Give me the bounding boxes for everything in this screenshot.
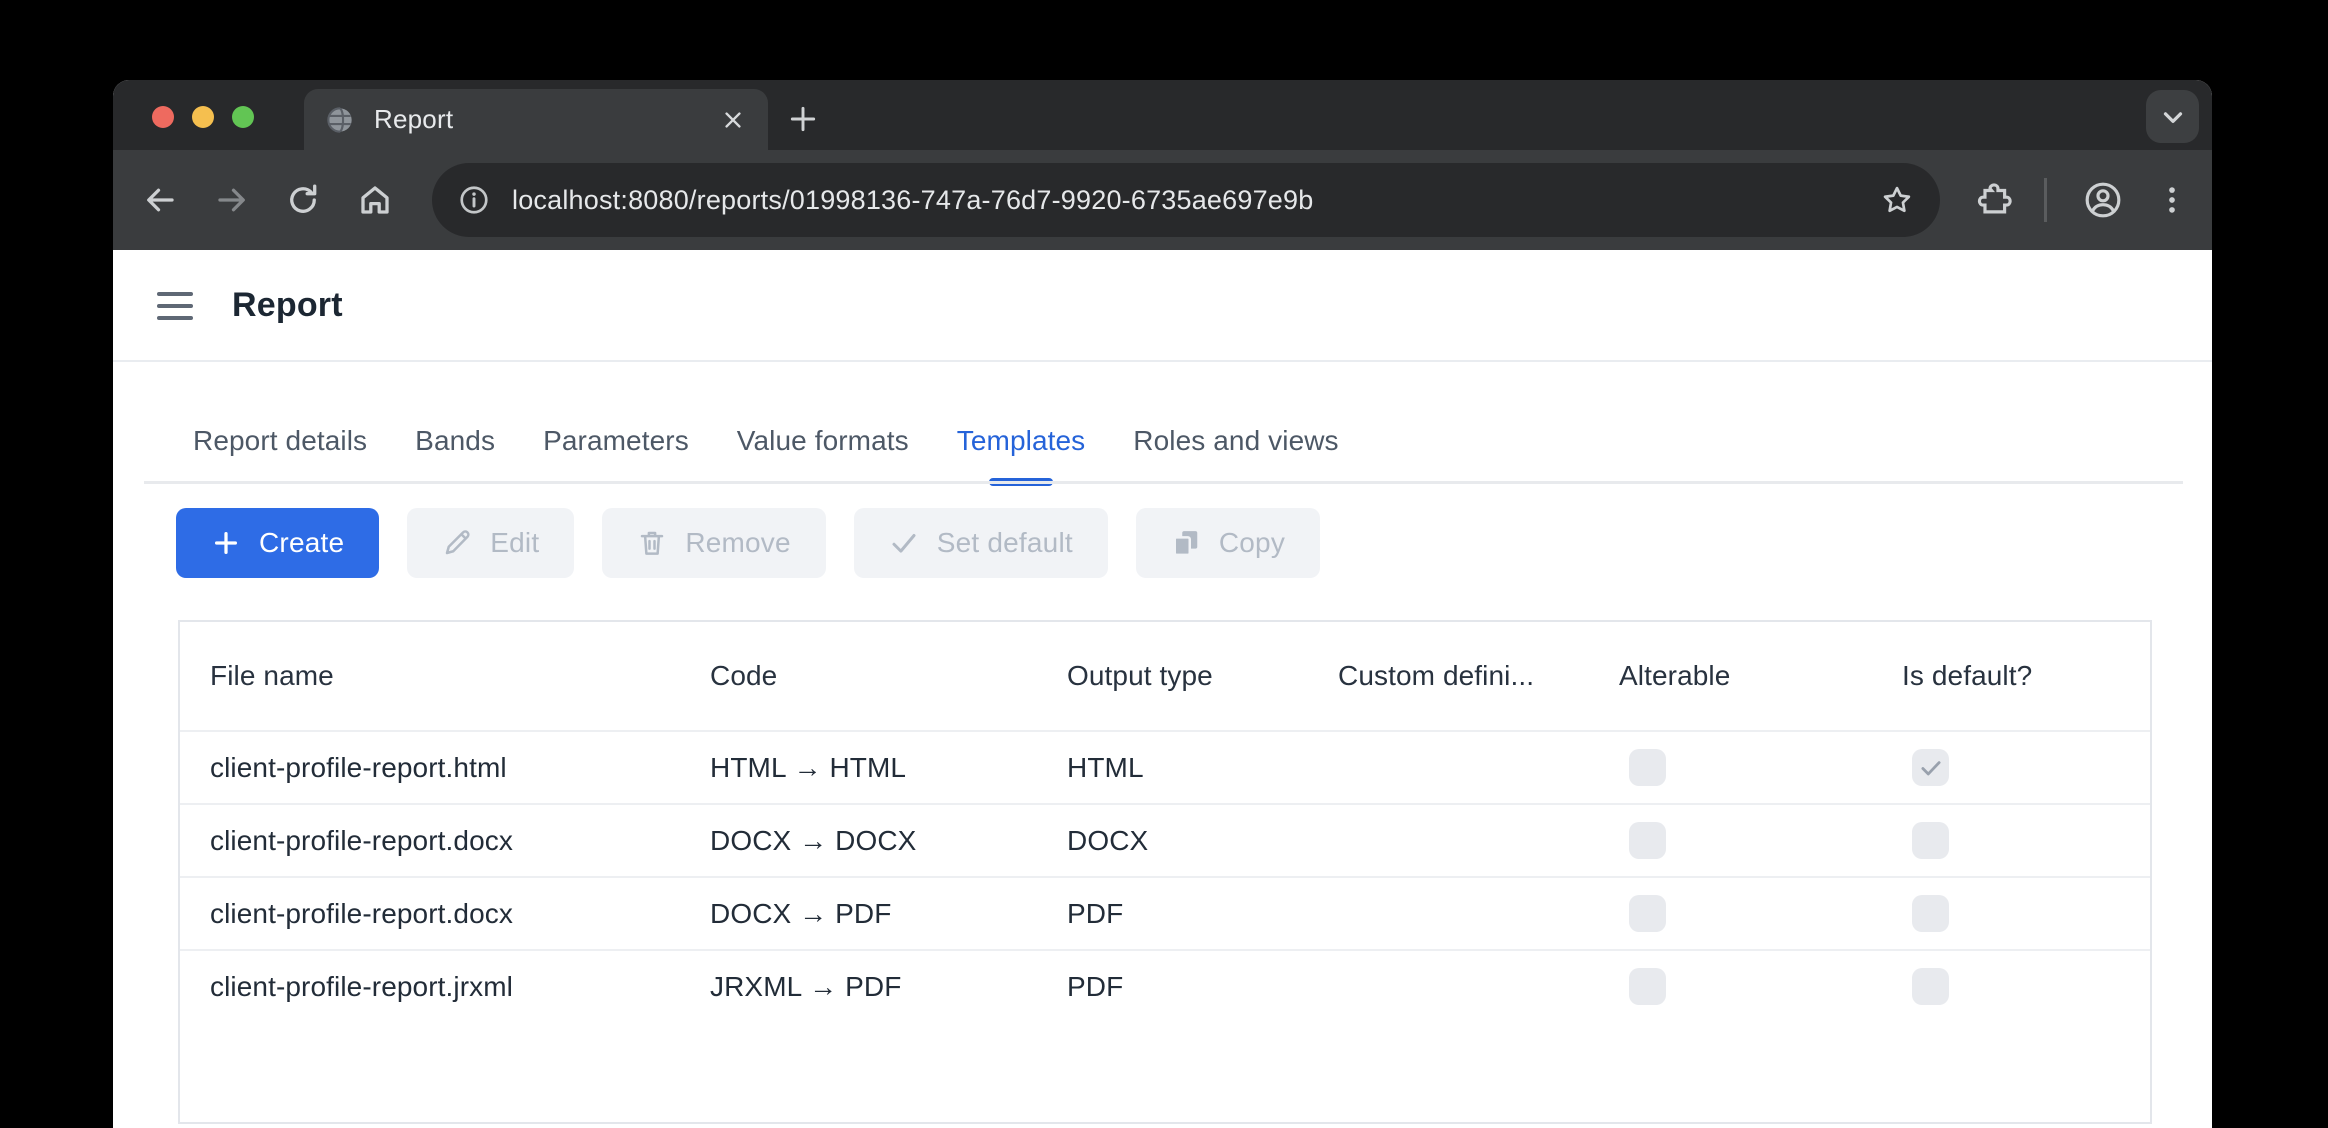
home-button[interactable]	[357, 182, 393, 218]
profile-icon[interactable]	[2083, 180, 2123, 220]
browser-tab-strip: Report	[113, 80, 2212, 150]
menu-icon[interactable]	[157, 287, 193, 325]
templates-table: File name Code Output type Custom defini…	[178, 620, 2152, 1124]
set-default-button[interactable]: Set default	[854, 508, 1108, 578]
extensions-icon[interactable]	[1974, 180, 2014, 220]
cell-file-name: client-profile-report.jrxml	[180, 951, 680, 1022]
browser-tab[interactable]: Report	[304, 89, 768, 150]
copy-icon	[1171, 528, 1201, 558]
table-row[interactable]: client-profile-report.docx DOCX → DOCX D…	[180, 803, 2150, 876]
cell-file-name: client-profile-report.docx	[180, 878, 680, 949]
tab-roles-and-views[interactable]: Roles and views	[1133, 362, 1338, 484]
trash-icon	[637, 528, 667, 558]
plus-icon	[211, 528, 241, 558]
reload-button[interactable]	[285, 182, 321, 218]
column-header-alterable: Alterable	[1589, 622, 1872, 730]
page-title: Report	[232, 286, 343, 325]
cell-code: DOCX → PDF	[680, 878, 1037, 949]
pencil-icon	[442, 528, 472, 558]
cell-code: DOCX → DOCX	[680, 805, 1037, 876]
create-button[interactable]: Create	[176, 508, 379, 578]
cell-file-name: client-profile-report.docx	[180, 805, 680, 876]
back-button[interactable]	[142, 182, 178, 218]
edit-button[interactable]: Edit	[407, 508, 574, 578]
site-info-icon[interactable]	[458, 184, 490, 216]
cell-custom-definition	[1308, 805, 1589, 876]
cell-custom-definition	[1308, 878, 1589, 949]
alterable-checkbox[interactable]	[1629, 822, 1666, 859]
check-icon	[889, 528, 919, 558]
report-page: Report Report details Bands Parameters V…	[113, 250, 2212, 1128]
toolbar-divider	[2044, 178, 2047, 222]
column-header-custom-definition: Custom defini...	[1308, 622, 1589, 730]
new-tab-button[interactable]	[781, 97, 825, 141]
tabs-track-line	[144, 481, 2183, 484]
tab-templates[interactable]: Templates	[957, 362, 1086, 484]
cell-output-type: PDF	[1037, 878, 1308, 949]
cell-output-type: DOCX	[1037, 805, 1308, 876]
bookmark-star-icon[interactable]	[1880, 183, 1914, 217]
minimize-window-button[interactable]	[192, 106, 214, 128]
kebab-menu-icon[interactable]	[2152, 180, 2192, 220]
cell-code: HTML → HTML	[680, 732, 1037, 803]
is-default-checkbox[interactable]	[1912, 895, 1949, 932]
cell-output-type: HTML	[1037, 732, 1308, 803]
tab-parameters[interactable]: Parameters	[543, 362, 689, 484]
url-bar[interactable]: localhost:8080/reports/01998136-747a-76d…	[432, 163, 1940, 237]
cell-custom-definition	[1308, 951, 1589, 1022]
zoom-window-button[interactable]	[232, 106, 254, 128]
page-header: Report	[113, 250, 2212, 362]
column-header-code: Code	[680, 622, 1037, 730]
chevron-down-icon[interactable]	[2146, 90, 2199, 143]
table-header-row: File name Code Output type Custom defini…	[180, 622, 2150, 730]
is-default-checkbox[interactable]	[1912, 822, 1949, 859]
column-header-output-type: Output type	[1037, 622, 1308, 730]
close-tab-icon[interactable]	[720, 107, 746, 133]
tab-report-details[interactable]: Report details	[193, 362, 367, 484]
forward-button[interactable]	[214, 182, 250, 218]
column-header-is-default: Is default?	[1872, 622, 2150, 730]
cell-file-name: client-profile-report.html	[180, 732, 680, 803]
alterable-checkbox[interactable]	[1629, 749, 1666, 786]
browser-tab-title: Report	[374, 104, 720, 135]
table-row[interactable]: client-profile-report.docx DOCX → PDF PD…	[180, 876, 2150, 949]
table-row[interactable]: client-profile-report.jrxml JRXML → PDF …	[180, 949, 2150, 1022]
is-default-checkbox[interactable]	[1912, 968, 1949, 1005]
alterable-checkbox[interactable]	[1629, 968, 1666, 1005]
tab-bands[interactable]: Bands	[415, 362, 495, 484]
table-row[interactable]: client-profile-report.html HTML → HTML H…	[180, 730, 2150, 803]
copy-button[interactable]: Copy	[1136, 508, 1320, 578]
browser-toolbar: localhost:8080/reports/01998136-747a-76d…	[113, 150, 2212, 250]
remove-button[interactable]: Remove	[602, 508, 825, 578]
cell-output-type: PDF	[1037, 951, 1308, 1022]
column-header-file-name: File name	[180, 622, 680, 730]
close-window-button[interactable]	[152, 106, 174, 128]
is-default-checkbox[interactable]	[1912, 749, 1949, 786]
cell-code: JRXML → PDF	[680, 951, 1037, 1022]
templates-action-bar: Create Edit Remove Set default Copy	[176, 508, 1320, 578]
browser-window: Report localhost:8080/r	[113, 80, 2212, 1128]
url-text[interactable]: localhost:8080/reports/01998136-747a-76d…	[512, 185, 1880, 216]
alterable-checkbox[interactable]	[1629, 895, 1666, 932]
report-tabs: Report details Bands Parameters Value fo…	[144, 362, 2183, 484]
cell-custom-definition	[1308, 732, 1589, 803]
tab-value-formats[interactable]: Value formats	[737, 362, 909, 484]
globe-favicon-icon	[326, 106, 354, 134]
